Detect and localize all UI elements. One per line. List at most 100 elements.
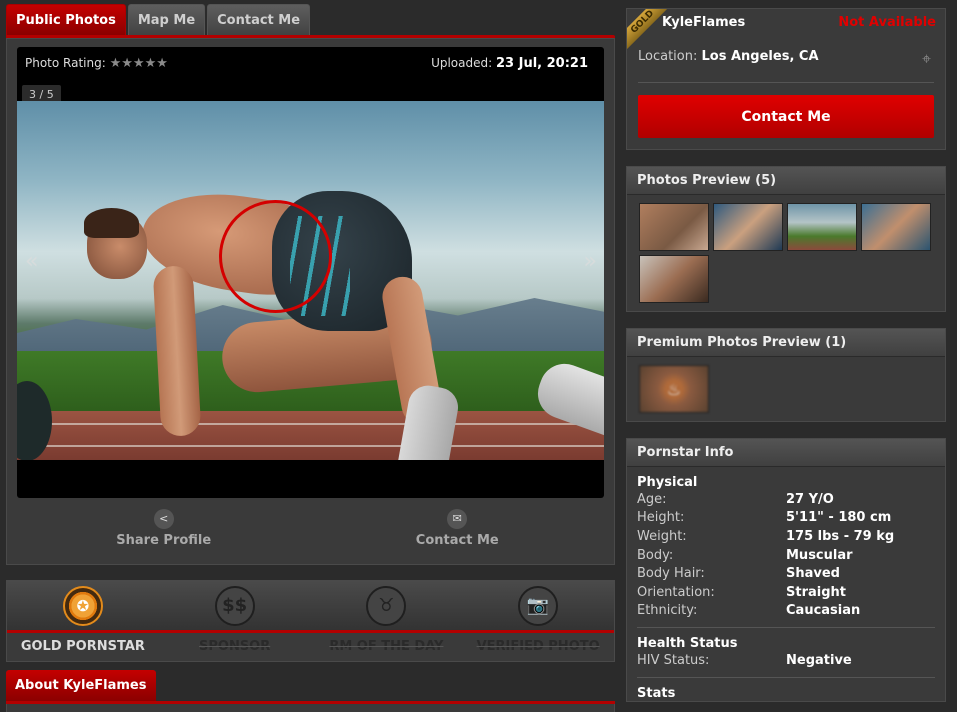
info-row-weight: Weight: 175 lbs - 79 kg xyxy=(637,527,935,546)
contact-me-action-label: Contact Me xyxy=(415,532,499,548)
badge-sponsor[interactable]: $$ xyxy=(159,581,311,630)
info-key: Ethnicity: xyxy=(637,603,698,619)
info-value: Muscular xyxy=(786,547,853,563)
uploaded-value: 23 Jul, 20:21 xyxy=(495,56,588,71)
info-row-body-hair: Body Hair: Shaved xyxy=(637,564,935,583)
info-key: Body Hair: xyxy=(637,566,705,582)
info-value: Negative xyxy=(786,652,852,668)
location-label: Location: xyxy=(638,49,698,64)
right-column: GOLD KyleFlames Not Available Location: … xyxy=(626,8,946,702)
premium-preview-box: Premium Photos Preview (1) ♨ xyxy=(626,328,946,422)
health-status-title: Health Status xyxy=(637,636,738,652)
premium-preview-title: Premium Photos Preview (1) xyxy=(627,329,945,357)
about-body xyxy=(6,704,615,712)
share-profile-label: Share Profile xyxy=(116,532,212,548)
badge-icons-row: ✪ $$ ♉ 📷 xyxy=(7,581,614,633)
gold-medal-icon: ✪ xyxy=(62,585,103,626)
photo-thumbnail[interactable] xyxy=(861,203,931,251)
devil-icon: ♉ xyxy=(366,585,407,626)
about-section: About KyleFlames xyxy=(6,670,615,712)
info-row-height: Height: 5'11" - 180 cm xyxy=(637,509,935,528)
profile-card: GOLD KyleFlames Not Available Location: … xyxy=(626,8,946,150)
badge-label-gold-pornstar: GOLD PORNSTAR xyxy=(20,639,145,654)
badge-gold-pornstar[interactable]: ✪ xyxy=(7,581,159,630)
info-value: 175 lbs - 79 kg xyxy=(786,528,895,544)
info-value: 5'11" - 180 cm xyxy=(786,510,892,526)
divider xyxy=(638,82,934,83)
tab-map-me[interactable]: Map Me xyxy=(127,4,206,35)
badges-panel: ✪ $$ ♉ 📷 GOLD PORNSTAR SPONSOR RM OF THE… xyxy=(6,580,615,662)
photos-preview-title: Photos Preview (5) xyxy=(627,167,945,195)
info-row-body: Body: Muscular xyxy=(637,546,935,565)
flame-icon: ♨ xyxy=(666,379,682,399)
badge-label-rm-of-the-day: RM OF THE DAY xyxy=(329,639,444,654)
info-key: Age: xyxy=(637,491,667,507)
photo-thumbnail[interactable] xyxy=(713,203,783,251)
photo-thumbnail[interactable] xyxy=(639,203,709,251)
prev-photo-icon[interactable]: « xyxy=(25,249,38,274)
info-row-ethnicity: Ethnicity: Caucasian xyxy=(637,602,935,621)
premium-preview-thumbs: ♨ xyxy=(627,357,945,421)
badge-labels-row: GOLD PORNSTAR SPONSOR RM OF THE DAY VERI… xyxy=(7,633,614,660)
info-row-age: Age: 27 Y/O xyxy=(637,490,935,509)
badge-label-verified-photo: VERIFIED PHOTO xyxy=(476,639,600,654)
photos-preview-box: Photos Preview (5) xyxy=(626,166,946,312)
info-key: Body: xyxy=(637,547,674,563)
athlete-arm xyxy=(152,265,202,437)
info-value: Shaved xyxy=(786,566,840,582)
next-photo-icon[interactable]: » xyxy=(584,249,597,274)
camera-icon: 📷 xyxy=(518,585,559,626)
stats-title: Stats xyxy=(637,685,676,701)
red-circle-annotation xyxy=(219,200,332,313)
pornstar-info-box: Pornstar Info Physical Age: 27 Y/O Heigh… xyxy=(626,438,946,702)
photo-rating-label: Photo Rating: xyxy=(25,56,106,70)
photo-rating: Photo Rating: ★★★★★ xyxy=(25,56,168,71)
photo-viewer: Photo Rating: ★★★★★ Uploaded: 23 Jul, 20… xyxy=(17,47,604,498)
photo-actions: < Share Profile ✉ Contact Me xyxy=(17,498,604,558)
photo-tabs: Public Photos Map Me Contact Me xyxy=(6,2,615,35)
info-value: Caucasian xyxy=(786,603,861,619)
pornstar-info-title: Pornstar Info xyxy=(627,439,945,467)
info-key: HIV Status: xyxy=(637,652,710,668)
photo-thumbnail[interactable] xyxy=(787,203,857,251)
info-key: Orientation: xyxy=(637,584,715,600)
location: Location: Los Angeles, CA xyxy=(638,49,819,64)
info-key: Height: xyxy=(637,510,685,526)
uploaded-label: Uploaded: xyxy=(431,56,493,70)
rating-stars-icon[interactable]: ★★★★★ xyxy=(110,56,168,71)
contact-me-action-button[interactable]: ✉ Contact Me xyxy=(311,498,605,558)
premium-photo-thumbnail[interactable]: ♨ xyxy=(639,365,709,413)
dollar-icon: $$ xyxy=(214,585,255,626)
availability-status: Not Available xyxy=(838,15,936,30)
photo-panel: Photo Rating: ★★★★★ Uploaded: 23 Jul, 20… xyxy=(6,38,615,565)
badge-verified-photo[interactable]: 📷 xyxy=(462,581,614,630)
divider xyxy=(637,676,935,678)
main-photo[interactable]: « » xyxy=(17,101,604,460)
share-icon: < xyxy=(153,508,174,529)
map-pin-icon[interactable]: ⌖ xyxy=(922,49,931,69)
envelope-icon: ✉ xyxy=(447,508,468,529)
photo-thumbnail[interactable] xyxy=(639,255,709,303)
tab-public-photos[interactable]: Public Photos xyxy=(6,4,126,35)
pornstar-info-body: Physical Age: 27 Y/O Height: 5'11" - 180… xyxy=(627,467,945,701)
upload-info: Uploaded: 23 Jul, 20:21 xyxy=(431,56,588,71)
info-key: Weight: xyxy=(637,528,687,544)
divider xyxy=(637,627,935,629)
athlete-hair xyxy=(84,208,139,238)
username: KyleFlames xyxy=(662,15,746,30)
location-value: Los Angeles, CA xyxy=(701,49,819,64)
info-value: 27 Y/O xyxy=(786,491,834,507)
tab-about[interactable]: About KyleFlames xyxy=(6,670,156,701)
left-column: Public Photos Map Me Contact Me Photo Ra… xyxy=(6,2,615,712)
photo-header: Photo Rating: ★★★★★ Uploaded: 23 Jul, 20… xyxy=(17,47,604,104)
badge-label-sponsor: SPONSOR xyxy=(199,639,271,654)
share-profile-button[interactable]: < Share Profile xyxy=(17,498,311,558)
tab-contact-me[interactable]: Contact Me xyxy=(207,4,311,35)
physical-title: Physical xyxy=(637,475,698,490)
badge-rm-of-the-day[interactable]: ♉ xyxy=(311,581,463,630)
photos-preview-thumbs xyxy=(627,195,945,311)
info-row-orientation: Orientation: Straight xyxy=(637,583,935,602)
contact-me-button[interactable]: Contact Me xyxy=(638,95,934,138)
info-row-hiv-status: HIV Status: Negative xyxy=(637,651,935,670)
info-value: Straight xyxy=(786,584,846,600)
